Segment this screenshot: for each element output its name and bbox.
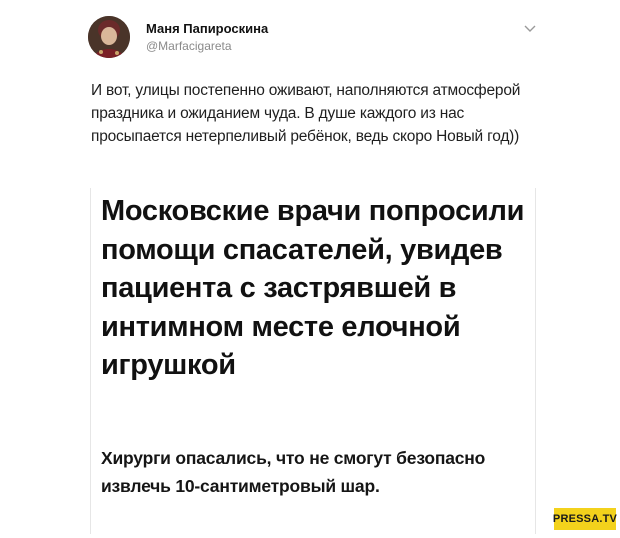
article-lead: Хирурги опасались, что не смогут безопас…: [101, 448, 486, 496]
author-handle[interactable]: @Marfacigareta: [146, 39, 232, 53]
avatar-image: [88, 16, 130, 58]
tweet-text: И вот, улицы постепенно оживают, наполня…: [91, 82, 521, 145]
tweet-header: Маня Папироскина @Marfacigareta: [88, 14, 538, 60]
avatar[interactable]: [88, 16, 130, 58]
watermark-logo: PRESSA.TV: [553, 508, 617, 530]
author-name[interactable]: Маня Папироскина: [146, 21, 268, 36]
chevron-down-icon[interactable]: [522, 20, 538, 36]
article-headline: Московские врачи попросили помощи спасат…: [101, 195, 525, 381]
article-screenshot: Московские врачи попросили помощи спасат…: [90, 188, 536, 534]
